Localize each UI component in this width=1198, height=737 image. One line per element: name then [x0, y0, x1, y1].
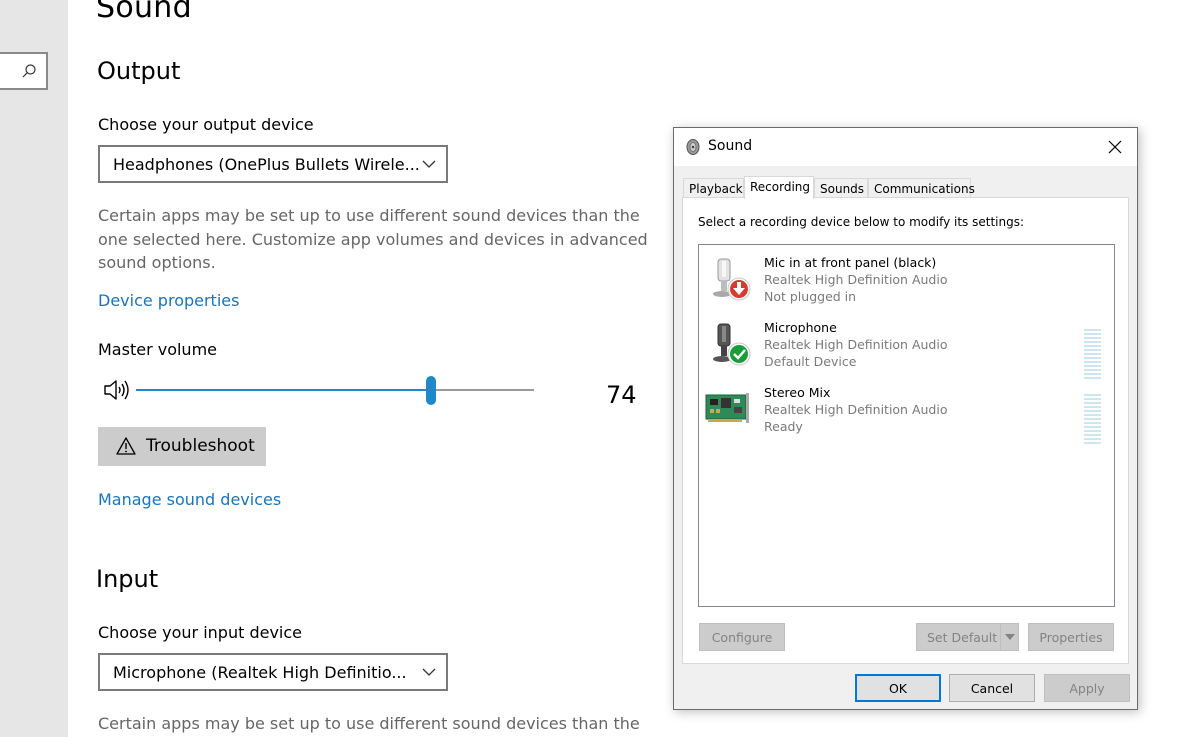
list-item-microphone[interactable]: Microphone Realtek High Definition Audio…	[699, 318, 1114, 380]
tab-communications[interactable]: Communications	[868, 178, 975, 198]
device-name: Stereo Mix	[764, 385, 831, 400]
settings-sidebar	[0, 0, 68, 737]
troubleshoot-button[interactable]: Troubleshoot	[98, 427, 266, 466]
master-volume-slider-fill	[136, 389, 431, 391]
properties-button[interactable]: Properties	[1028, 623, 1114, 651]
speaker-dialog-icon	[686, 139, 700, 155]
close-icon[interactable]	[1105, 137, 1125, 157]
input-device-dropdown[interactable]: Microphone (Realtek High Definitio...	[98, 653, 448, 691]
microphone-unplugged-icon	[713, 258, 751, 301]
level-meter	[1084, 329, 1101, 379]
chevron-down-icon	[422, 668, 436, 676]
recording-tab-panel: Select a recording device below to modif…	[682, 197, 1129, 664]
tab-playback[interactable]: Playback	[683, 178, 744, 198]
master-volume-label: Master volume	[98, 340, 217, 359]
input-device-label: Choose your input device	[98, 623, 303, 642]
troubleshoot-label: Troubleshoot	[146, 436, 255, 456]
input-heading: Input	[96, 565, 159, 593]
chevron-down-icon	[1005, 634, 1015, 640]
manage-sound-devices-link[interactable]: Manage sound devices	[98, 490, 281, 509]
device-properties-link[interactable]: Device properties	[98, 291, 239, 310]
dialog-titlebar[interactable]: Sound	[674, 128, 1137, 166]
sound-card-icon	[705, 393, 749, 423]
microphone-default-icon	[713, 323, 751, 366]
speaker-volume-icon[interactable]	[103, 378, 131, 402]
set-default-label: Set Default	[927, 630, 998, 645]
device-driver: Realtek High Definition Audio	[764, 402, 948, 417]
device-status: Ready	[764, 419, 803, 434]
ok-button[interactable]: OK	[855, 674, 941, 702]
recording-device-list[interactable]: Mic in at front panel (black) Realtek Hi…	[698, 244, 1115, 607]
input-description: Certain apps may be set up to use differ…	[98, 714, 640, 733]
master-volume-slider-thumb[interactable]	[426, 376, 436, 405]
panel-instruction: Select a recording device below to modif…	[698, 215, 1025, 229]
sound-dialog: Sound Playback Recording Sounds Communic…	[673, 127, 1138, 710]
level-meter	[1084, 394, 1101, 444]
apply-button[interactable]: Apply	[1044, 674, 1130, 702]
chevron-down-icon	[422, 160, 436, 168]
output-heading: Output	[97, 57, 181, 85]
master-volume-value: 74	[606, 381, 637, 409]
device-name: Microphone	[764, 320, 837, 335]
cancel-button[interactable]: Cancel	[949, 674, 1035, 702]
output-device-dropdown[interactable]: Headphones (OnePlus Bullets Wirele...	[98, 145, 448, 183]
set-default-button[interactable]: Set Default	[916, 623, 1019, 651]
output-device-label: Choose your output device	[98, 115, 314, 134]
device-driver: Realtek High Definition Audio	[764, 337, 948, 352]
dialog-title: Sound	[708, 138, 753, 154]
page-title: Sound	[96, 0, 192, 25]
search-icon	[22, 64, 36, 78]
device-status: Not plugged in	[764, 289, 857, 304]
warning-icon	[116, 437, 136, 455]
tab-recording[interactable]: Recording	[744, 176, 814, 199]
device-status: Default Device	[764, 354, 857, 369]
output-description: Certain apps may be set up to use differ…	[98, 206, 648, 272]
set-default-dropdown-arrow[interactable]	[1000, 624, 1018, 650]
master-volume-slider-track[interactable]	[136, 389, 534, 391]
tab-sounds[interactable]: Sounds	[814, 178, 868, 198]
device-name: Mic in at front panel (black)	[764, 255, 937, 270]
search-box[interactable]	[0, 52, 48, 90]
input-device-value: Microphone (Realtek High Definitio...	[113, 663, 407, 682]
output-device-value: Headphones (OnePlus Bullets Wirele...	[113, 155, 420, 174]
list-item-stereo-mix[interactable]: Stereo Mix Realtek High Definition Audio…	[699, 383, 1114, 445]
list-item-mic-front-panel[interactable]: Mic in at front panel (black) Realtek Hi…	[699, 253, 1114, 315]
device-driver: Realtek High Definition Audio	[764, 272, 948, 287]
configure-button[interactable]: Configure	[699, 623, 785, 651]
